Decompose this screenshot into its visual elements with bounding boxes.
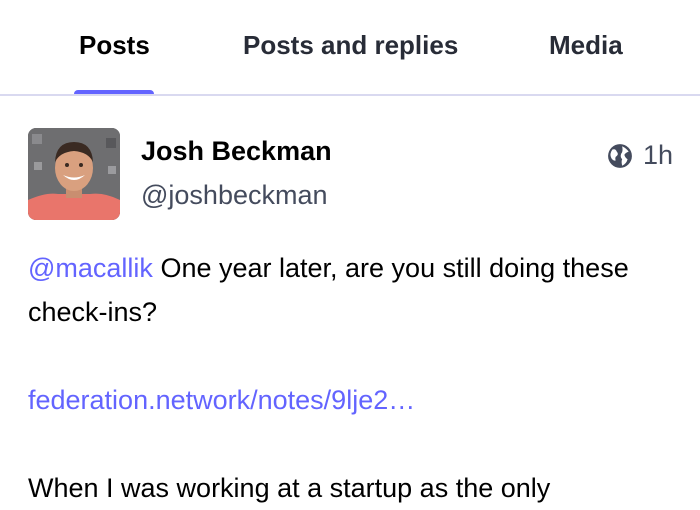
tab-media[interactable]: Media — [549, 30, 623, 61]
post-paragraph: federation.network/notes/9lje2… — [28, 378, 648, 422]
active-tab-indicator — [74, 90, 154, 94]
post-time[interactable]: 1h — [643, 140, 673, 171]
post-paragraph: When I was working at a startup as the o… — [28, 466, 648, 510]
tab-posts-and-replies[interactable]: Posts and replies — [243, 30, 458, 61]
mention-link[interactable]: @macallik — [28, 253, 153, 283]
profile-tabs: Posts Posts and replies Media — [0, 0, 700, 96]
post-content: @macallik One year later, are you still … — [28, 246, 648, 510]
account-handle[interactable]: @joshbeckman — [141, 180, 328, 211]
globe-icon — [608, 143, 632, 168]
note-link[interactable]: federation.network/notes/9lje2… — [28, 385, 415, 415]
avatar[interactable] — [28, 128, 120, 220]
post-paragraph: @macallik One year later, are you still … — [28, 246, 648, 334]
tab-posts[interactable]: Posts — [79, 30, 150, 61]
post-text: When I was working at a startup as the o… — [28, 473, 551, 503]
avatar-image — [28, 128, 120, 220]
display-name[interactable]: Josh Beckman — [141, 136, 332, 167]
post-meta: 1h — [607, 140, 673, 171]
